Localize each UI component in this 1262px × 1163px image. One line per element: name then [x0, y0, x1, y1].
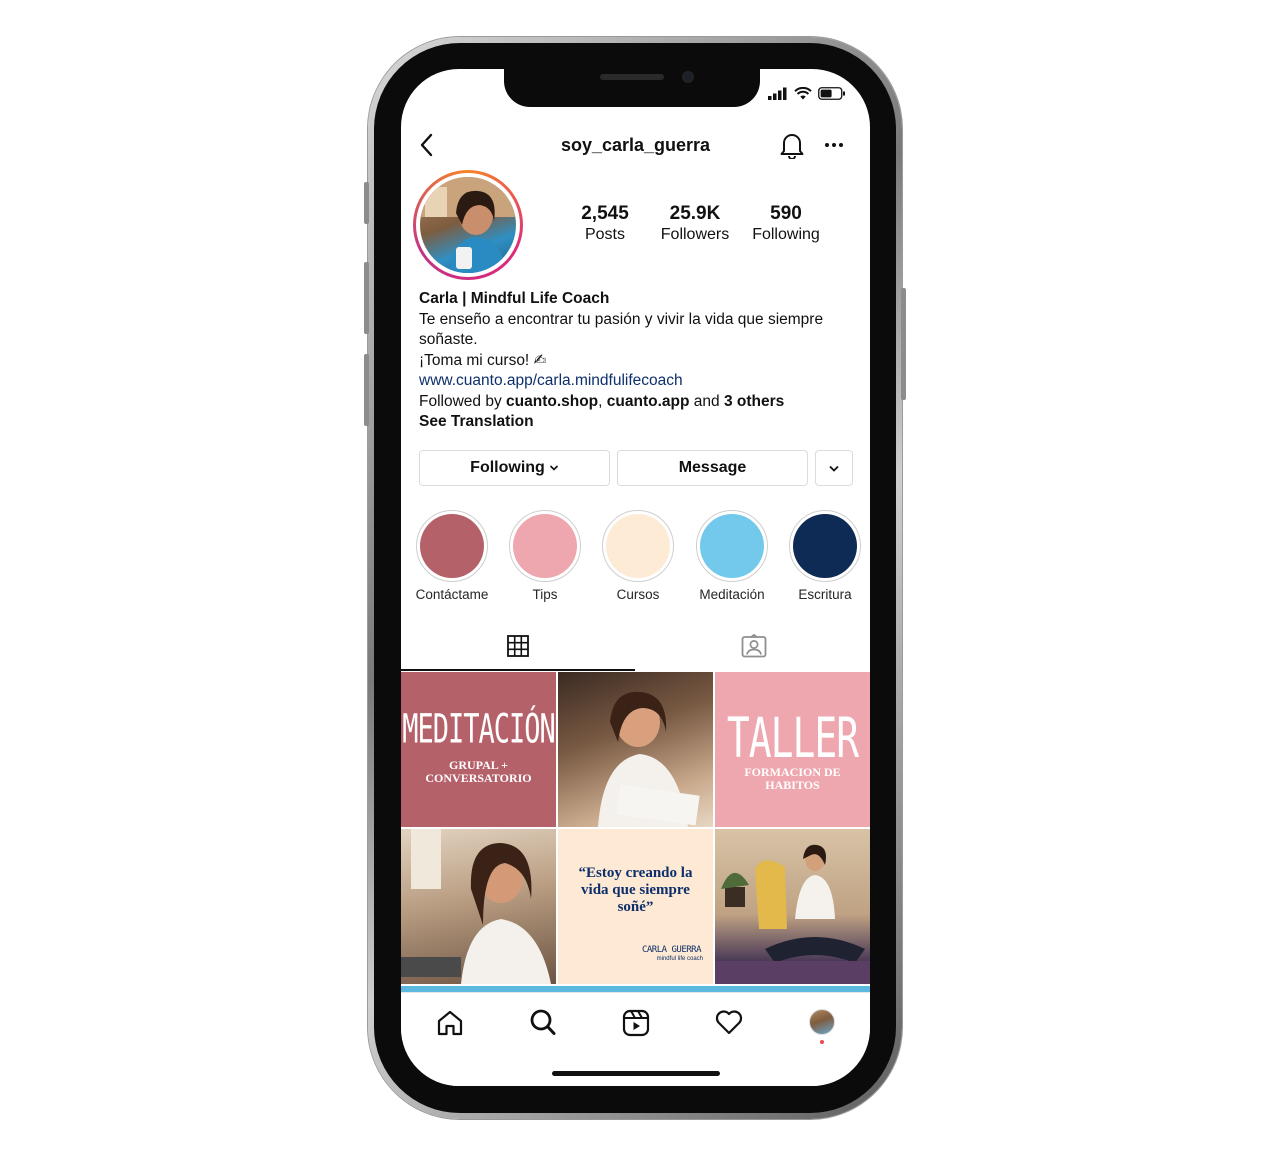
post-brand-sub: mindful life coach: [656, 956, 703, 962]
highlight-label: Contáctame: [415, 587, 489, 602]
profile-bio: Carla | Mindful Life Coach Te enseño a e…: [419, 289, 859, 433]
photo-woman-meditating-icon: [715, 844, 870, 984]
heart-icon[interactable]: [715, 1009, 743, 1035]
post-quote: “Estoy creando la vida que siempre soñé”: [578, 865, 693, 915]
stat-following[interactable]: 590 Following: [741, 203, 831, 244]
see-translation-link[interactable]: See Translation: [419, 412, 859, 433]
message-button[interactable]: Message: [617, 450, 808, 486]
wifi-icon: [794, 87, 812, 100]
highlight-meditacion[interactable]: Meditación: [692, 510, 772, 602]
profile-avatar: [420, 177, 516, 273]
highlight-label: Meditación: [699, 587, 765, 602]
stat-following-count: 590: [770, 203, 802, 224]
stat-followers-count: 25.9K: [669, 203, 721, 224]
post-brand: CARLA GUERRA: [641, 945, 702, 955]
posts-grid: MEDITACIÓN GRUPAL + CONVERSATORIO TALLER…: [401, 672, 870, 992]
highlight-label: Cursos: [616, 587, 660, 602]
stat-followers[interactable]: 25.9K Followers: [649, 203, 741, 244]
chevron-down-icon: [549, 465, 558, 471]
post-title: MEDITACIÓN: [402, 706, 556, 753]
profile-display-name: Carla | Mindful Life Coach: [419, 290, 610, 307]
suggestions-toggle-button[interactable]: [815, 450, 853, 486]
bio-link[interactable]: www.cuanto.app/carla.mindfulifecoach: [419, 371, 859, 392]
profile-tab-avatar[interactable]: [809, 1009, 835, 1035]
highlight-cover: [606, 514, 670, 578]
highlight-tips[interactable]: Tips: [505, 510, 585, 602]
home-icon[interactable]: [436, 1009, 464, 1037]
profile-stats: 2,545 Posts 25.9K Followers 590 Followin…: [561, 203, 831, 244]
status-bar: [768, 87, 846, 100]
highlight-cover: [513, 514, 577, 578]
post-tile-photo-meditation[interactable]: [715, 829, 870, 984]
grid-icon[interactable]: [507, 635, 529, 657]
front-camera: [682, 71, 694, 83]
profile-header: soy_carla_guerra: [401, 127, 870, 167]
side-button-power: [901, 288, 906, 400]
speaker: [600, 74, 664, 80]
stat-posts-label: Posts: [584, 226, 625, 243]
post-tile-photo-smiling[interactable]: [401, 829, 556, 984]
story-highlights: Contáctame Tips Cursos Meditación Escrit…: [411, 510, 870, 605]
highlight-cover: [793, 514, 857, 578]
bio-text: Te enseño a encontrar tu pasión y vivir …: [419, 310, 824, 349]
highlight-label: Tips: [532, 587, 558, 602]
reels-icon[interactable]: [622, 1009, 650, 1037]
phone-screen: soy_carla_guerra 2,545 Posts 25.9K Follo…: [401, 69, 870, 1086]
stat-posts-count: 2,545: [581, 203, 629, 224]
highlight-escritura[interactable]: Escritura: [785, 510, 865, 602]
active-tab-indicator: [401, 669, 635, 671]
following-button[interactable]: Following: [419, 450, 610, 486]
followed-by[interactable]: Followed by cuanto.shop, cuanto.app and …: [419, 392, 859, 413]
bio-cta: ¡Toma mi curso! ✍: [419, 351, 547, 369]
notification-dot: [820, 1040, 824, 1044]
search-icon[interactable]: [529, 1008, 557, 1038]
side-button-volume-down: [364, 354, 369, 426]
highlight-label: Escritura: [798, 587, 852, 602]
more-options-icon[interactable]: [824, 142, 844, 148]
profile-avatar-ring[interactable]: [413, 170, 523, 280]
tagged-icon[interactable]: [741, 634, 767, 658]
side-button-volume-up: [364, 262, 369, 334]
post-tile-photo-writing[interactable]: [558, 672, 713, 827]
highlight-cover: [420, 514, 484, 578]
post-title: TALLER: [726, 706, 859, 770]
stat-following-label: Following: [752, 226, 820, 243]
post-tile-meditacion[interactable]: MEDITACIÓN GRUPAL + CONVERSATORIO: [401, 672, 556, 827]
stat-posts[interactable]: 2,545 Posts: [561, 203, 649, 244]
stat-followers-label: Followers: [660, 226, 730, 243]
chevron-down-icon: [829, 465, 839, 472]
side-button-mute: [364, 182, 369, 224]
highlight-cursos[interactable]: Cursos: [598, 510, 678, 602]
notch: [504, 69, 760, 107]
photo-woman-smiling-icon: [401, 829, 551, 984]
battery-icon: [818, 87, 845, 100]
highlight-cover: [700, 514, 764, 578]
post-subtitle: FORMACION DE HABITOS: [744, 765, 841, 792]
bell-icon[interactable]: [779, 131, 805, 159]
profile-actions: Following Message: [419, 450, 853, 488]
post-tile-taller[interactable]: TALLER FORMACION DE HABITOS: [715, 672, 870, 827]
profile-tabs: [401, 625, 870, 671]
photo-woman-writing-icon: [598, 691, 700, 827]
post-tile-quote[interactable]: “Estoy creando la vida que siempre soñé”…: [558, 829, 713, 984]
post-subtitle: GRUPAL + CONVERSATORIO: [425, 758, 532, 785]
home-indicator[interactable]: [552, 1071, 720, 1076]
avatar-portrait-icon: [420, 177, 516, 273]
highlight-contactame[interactable]: Contáctame: [412, 510, 492, 602]
signal-icon: [768, 87, 787, 100]
